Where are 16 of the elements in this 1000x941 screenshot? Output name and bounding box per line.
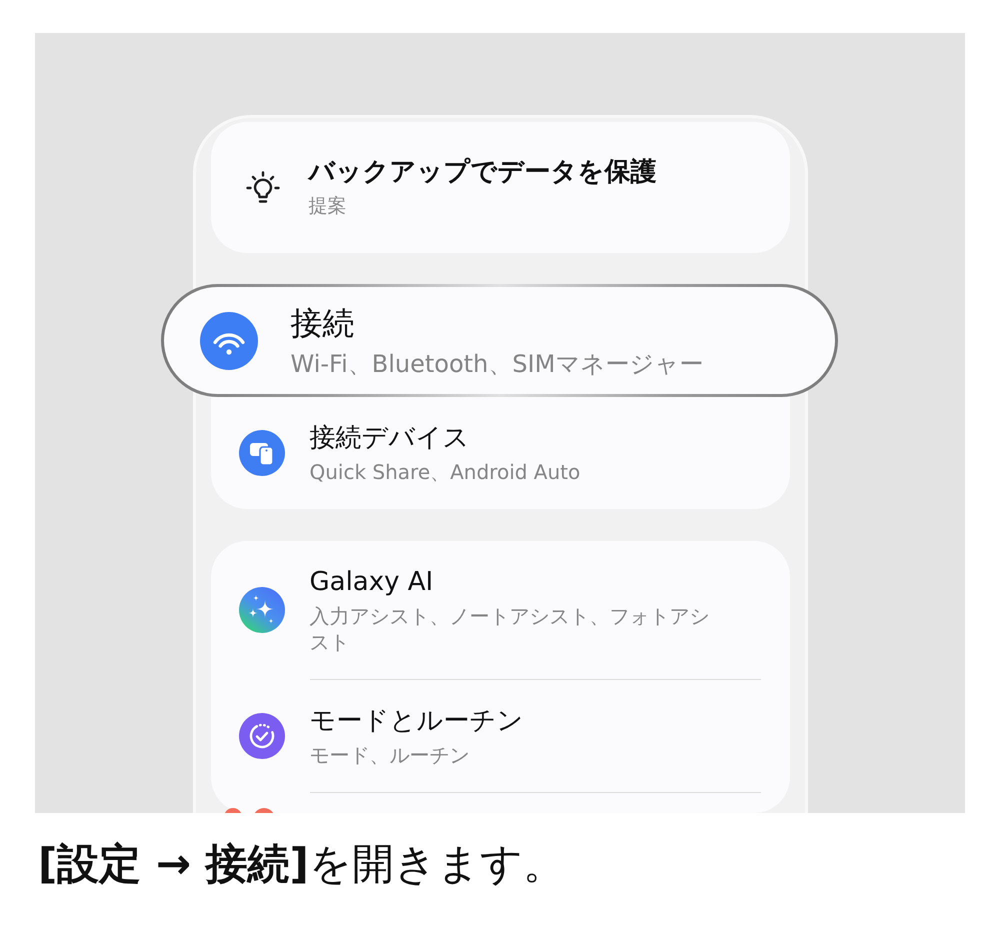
suggestion-card[interactable]: バックアップでデータを保護 提案 — [210, 122, 790, 253]
item-title: Galaxy AI — [310, 566, 434, 599]
item-subtitle: Wi-Fi、Bluetooth、SIMマネージャー — [290, 348, 704, 378]
check-circle-icon — [238, 713, 284, 759]
item-title: モードとルーチン — [310, 705, 524, 738]
devices-icon — [238, 430, 284, 476]
item-subtitle: モード、ルーチン — [310, 742, 470, 768]
item-title: 接続デバイス — [310, 422, 470, 455]
instruction-text: [設定 → 接続]を開きます。 — [38, 839, 565, 889]
item-subtitle: 入力アシスト、ノートアシスト、フォトアシスト — [310, 603, 710, 655]
suggestion-title: バックアップでデータを保護 — [308, 156, 656, 190]
item-title: 接続 — [290, 302, 356, 342]
item-subtitle: Quick Share、Android Auto — [310, 459, 582, 485]
suggestion-label: 提案 — [308, 194, 348, 219]
wifi-icon — [200, 312, 258, 370]
sparkle-icon — [238, 587, 284, 633]
